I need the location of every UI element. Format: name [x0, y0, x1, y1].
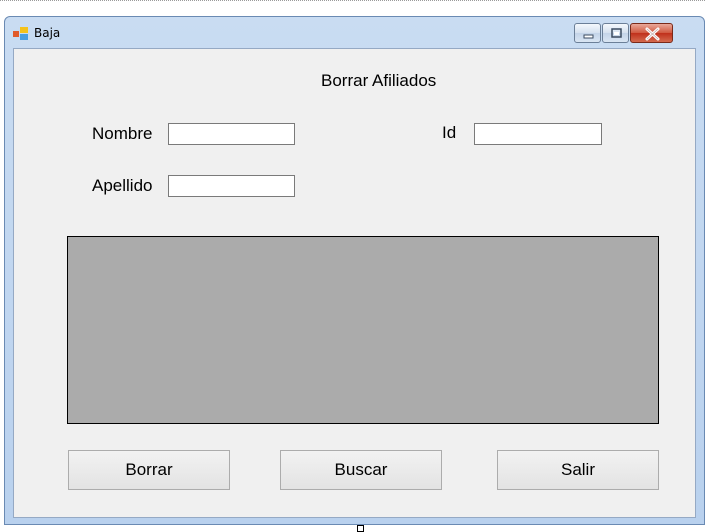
- results-grid[interactable]: [67, 236, 659, 424]
- designer-surface: Baja Borrar Afiliados Nombre Id Apellido…: [0, 0, 705, 532]
- maximize-button[interactable]: [602, 23, 629, 43]
- maximize-icon: [611, 28, 622, 38]
- borrar-button[interactable]: Borrar: [68, 450, 230, 490]
- close-button[interactable]: [630, 23, 673, 43]
- id-input[interactable]: [474, 123, 602, 145]
- nombre-input[interactable]: [168, 123, 295, 145]
- form-icon: [13, 27, 28, 40]
- apellido-input[interactable]: [168, 175, 295, 197]
- buscar-button[interactable]: Buscar: [280, 450, 442, 490]
- minimize-button[interactable]: [574, 23, 601, 43]
- apellido-label: Apellido: [92, 176, 153, 195]
- salir-button[interactable]: Salir: [497, 450, 659, 490]
- selection-border: [0, 0, 705, 5]
- minimize-icon: [583, 34, 594, 39]
- title-bar[interactable]: Baja: [5, 17, 704, 49]
- id-label: Id: [442, 123, 457, 142]
- window-title: Baja: [34, 26, 61, 40]
- form-heading: Borrar Afiliados: [321, 71, 437, 90]
- close-icon: [645, 27, 660, 41]
- form-client-area: Borrar Afiliados Nombre Id Apellido Borr…: [13, 48, 696, 518]
- nombre-label: Nombre: [92, 124, 153, 143]
- resize-handle[interactable]: [357, 525, 364, 532]
- form-window: Baja Borrar Afiliados Nombre Id Apellido…: [4, 16, 705, 525]
